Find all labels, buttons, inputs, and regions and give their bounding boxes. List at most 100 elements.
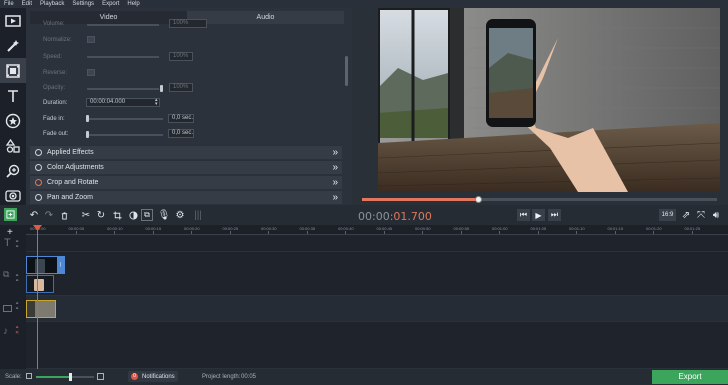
- menu-edit[interactable]: Edit: [22, 0, 32, 8]
- fade-out-row: Fade out:: [43, 129, 87, 139]
- section-radio-icon: [35, 179, 42, 186]
- playback-seekbar[interactable]: [362, 196, 717, 203]
- fade-in-slider-thumb[interactable]: [86, 115, 89, 122]
- section-radio-icon: [35, 149, 42, 156]
- audio-levels-button[interactable]: |||: [191, 208, 205, 222]
- chevron-right-icon: »: [332, 147, 338, 158]
- crop-button[interactable]: [110, 208, 124, 222]
- text-track-icon: T: [4, 237, 11, 249]
- overlay-track-controls[interactable]: ⚭ ⚭: [15, 274, 19, 284]
- music-track-icon: ♪: [3, 326, 8, 337]
- clip-properties-tool[interactable]: [0, 58, 26, 83]
- previous-frame-button[interactable]: ⏮: [517, 209, 530, 221]
- tab-audio[interactable]: Audio: [187, 11, 344, 24]
- timeline-ruler[interactable]: 00:00:0000:00:0500:00:1000:00:1500:00:20…: [26, 225, 728, 235]
- link-icon[interactable]: ⚭ ⚭: [15, 240, 19, 250]
- zoom-in-icon: [6, 164, 20, 178]
- scale-slider-thumb[interactable]: [69, 373, 72, 381]
- overlay-clip-2[interactable]: [26, 275, 54, 293]
- redo-button[interactable]: ↷: [42, 208, 56, 222]
- duration-spinner[interactable]: ▴ ▾: [155, 98, 158, 107]
- redo-icon: ↷: [44, 209, 54, 221]
- titles-tool[interactable]: [0, 83, 26, 108]
- fade-in-slider[interactable]: [87, 118, 163, 120]
- fade-in-label: Fade in:: [43, 116, 65, 122]
- opacity-slider-thumb[interactable]: [160, 85, 163, 92]
- speed-row: Speed:: [43, 52, 87, 62]
- volume-button[interactable]: 🔊︎: [709, 208, 723, 222]
- menu-settings[interactable]: Settings: [72, 0, 94, 8]
- film-play-icon: [5, 14, 21, 27]
- notifications-button[interactable]: 0 Notifications: [128, 371, 178, 382]
- video-track[interactable]: [26, 296, 728, 322]
- fade-out-slider-thumb[interactable]: [86, 131, 89, 138]
- rotate-button[interactable]: ↻: [94, 208, 108, 222]
- fade-out-slider[interactable]: [87, 134, 163, 136]
- play-button[interactable]: ▶: [532, 209, 545, 221]
- zoom-in-icon[interactable]: [97, 373, 104, 380]
- next-frame-button[interactable]: ⏭: [548, 209, 561, 221]
- tool-sidebar: [0, 8, 26, 205]
- opacity-slider[interactable]: [87, 88, 159, 90]
- chevron-right-icon: »: [332, 162, 338, 173]
- trash-icon: [61, 211, 67, 220]
- duration-row: Duration:: [43, 98, 87, 108]
- section-color-adjustments[interactable]: Color Adjustments »: [30, 160, 342, 174]
- opacity-value[interactable]: 100%: [169, 83, 193, 92]
- import-tool[interactable]: [0, 8, 26, 33]
- normalize-label: Normalize:: [43, 37, 72, 43]
- opacity-row: Opacity:: [43, 83, 87, 93]
- fade-out-value[interactable]: 0,0 sec.: [168, 129, 194, 138]
- section-pan-zoom[interactable]: Pan and Zoom »: [30, 190, 342, 204]
- add-media-button[interactable]: [4, 208, 17, 221]
- audio-track[interactable]: [26, 322, 728, 369]
- export-button[interactable]: Export: [652, 370, 728, 384]
- overlay-clip-1[interactable]: ⟩: [26, 256, 65, 274]
- video-clip[interactable]: [26, 300, 56, 318]
- section-crop-rotate[interactable]: Crop and Rotate »: [30, 175, 342, 189]
- timecode-display: 00:00:01.700: [358, 210, 432, 223]
- voiceover-button[interactable]: 🎙︎: [157, 208, 171, 222]
- detach-preview-button[interactable]: ⇗: [679, 208, 693, 222]
- playhead[interactable]: [37, 225, 38, 369]
- clip-handle[interactable]: ⟩: [57, 257, 64, 273]
- zoom-tool[interactable]: [0, 158, 26, 183]
- duration-input[interactable]: 00:00:04.000: [86, 98, 160, 107]
- menu-help[interactable]: Help: [127, 0, 139, 8]
- menu-export[interactable]: Export: [102, 0, 119, 8]
- overlay-track[interactable]: [26, 252, 728, 296]
- speed-slider[interactable]: [87, 56, 159, 58]
- menu-file[interactable]: File: [4, 0, 14, 8]
- scale-slider[interactable]: [36, 373, 94, 381]
- audio-mute-icon[interactable]: ⚭ ✕: [15, 326, 19, 336]
- fullscreen-button[interactable]: ⤧: [694, 208, 708, 222]
- zoom-out-icon[interactable]: [26, 373, 32, 379]
- undo-button[interactable]: ↶: [27, 208, 41, 222]
- normalize-toggle[interactable]: [87, 36, 95, 43]
- magic-wand-icon: [7, 39, 19, 52]
- skip-back-icon: ⏮: [519, 210, 528, 219]
- notification-count: 0: [131, 373, 138, 380]
- fade-in-value[interactable]: 0,0 sec.: [168, 114, 194, 123]
- volume-slider[interactable]: [87, 24, 159, 26]
- properties-scrollbar[interactable]: [344, 16, 349, 196]
- stickers-tool[interactable]: [0, 108, 26, 133]
- magic-wand-tool[interactable]: [0, 33, 26, 58]
- color-adjust-button[interactable]: [126, 208, 140, 222]
- delete-button[interactable]: [57, 208, 71, 222]
- section-applied-effects[interactable]: Applied Effects »: [30, 145, 342, 159]
- menu-playback[interactable]: Playback: [40, 0, 64, 8]
- text-track[interactable]: [26, 236, 728, 252]
- aspect-ratio-button[interactable]: 16:9: [659, 209, 676, 221]
- transition-button[interactable]: ⧉: [141, 209, 153, 221]
- reverse-toggle[interactable]: [87, 69, 95, 76]
- speed-value[interactable]: 100%: [169, 52, 193, 61]
- chevron-right-icon: »: [332, 192, 338, 203]
- video-track-controls[interactable]: ⚭ ⚭: [15, 302, 19, 312]
- volume-value[interactable]: 100%: [169, 19, 207, 28]
- transitions-tool[interactable]: [0, 133, 26, 158]
- video-preview[interactable]: [378, 8, 720, 192]
- split-button[interactable]: ✂: [79, 208, 93, 222]
- scrollbar-thumb[interactable]: [345, 56, 348, 86]
- settings-button[interactable]: ⚙: [173, 208, 187, 222]
